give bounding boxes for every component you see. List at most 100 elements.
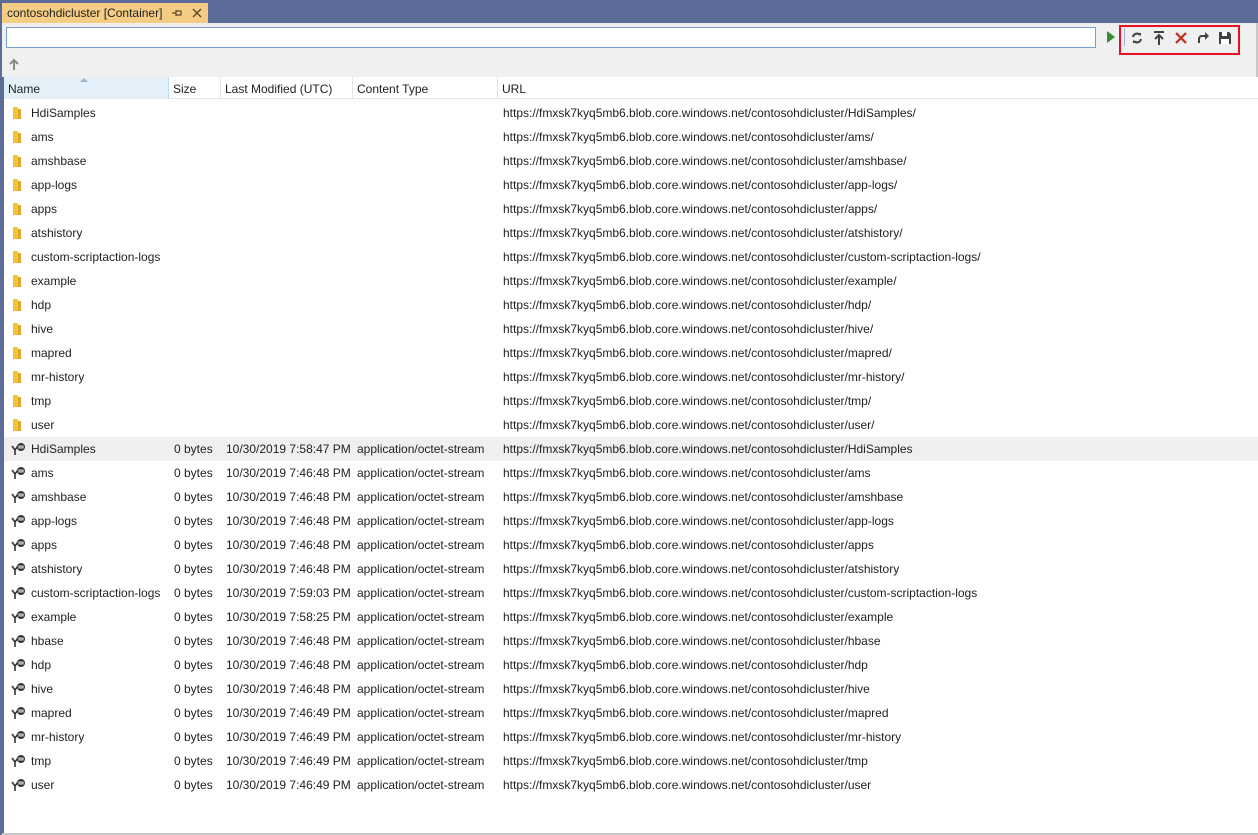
size-cell: 0 bytes [174, 658, 213, 672]
blob-row[interactable]: mapred 0 bytes 10/30/2019 7:46:49 PM applic… [4, 701, 1258, 725]
blob-row[interactable]: user 0 bytes 10/30/2019 7:46:49 PM applicat… [4, 773, 1258, 797]
url-cell: https://fmxsk7kyq5mb6.blob.core.windows.… [503, 418, 875, 432]
content-type-cell: application/octet-stream [357, 730, 485, 744]
folder-row[interactable]: HdiSamples https://fmxsk7kyq5mb6.blob.cor… [4, 101, 1258, 125]
name-cell: user [31, 778, 55, 792]
name-cell: custom-scriptaction-logs [31, 586, 161, 600]
size-cell: 0 bytes [174, 442, 213, 456]
name-cell: hive [31, 322, 54, 336]
blob-row[interactable]: example 0 bytes 10/30/2019 7:58:25 PM appli… [4, 605, 1258, 629]
last-modified-cell: 10/30/2019 7:46:48 PM [226, 634, 351, 648]
blob-row[interactable]: atshistory 0 bytes 10/30/2019 7:46:48 PM ap… [4, 557, 1258, 581]
column-header-label: Last Modified (UTC) [225, 82, 333, 96]
folder-icon [10, 322, 24, 336]
url-cell: https://fmxsk7kyq5mb6.blob.core.windows.… [503, 226, 903, 240]
folder-icon [10, 130, 24, 144]
folder-row[interactable]: hdp https://fmxsk7kyq5mb6.blob.core.windo… [4, 293, 1258, 317]
folder-row[interactable]: hive https://fmxsk7kyq5mb6.blob.core.wind… [4, 317, 1258, 341]
content-type-cell: application/octet-stream [357, 778, 485, 792]
blob-row[interactable]: amshbase 0 bytes 10/30/2019 7:46:48 PM appl… [4, 485, 1258, 509]
up-arrow-icon[interactable] [8, 57, 20, 71]
size-cell: 0 bytes [174, 610, 213, 624]
url-cell: https://fmxsk7kyq5mb6.blob.core.windows.… [503, 778, 872, 792]
blob-icon [10, 586, 25, 600]
folder-row[interactable]: app-logs https://fmxsk7kyq5mb6.blob.core.… [4, 173, 1258, 197]
folder-icon [10, 154, 24, 168]
delete-icon[interactable] [1174, 31, 1188, 45]
play-icon[interactable] [1104, 30, 1118, 44]
blob-icon [10, 730, 25, 744]
redo-icon[interactable] [1196, 31, 1210, 45]
size-cell: 0 bytes [174, 514, 213, 528]
content-type-cell: application/octet-stream [357, 466, 485, 480]
blob-icon [10, 658, 25, 672]
name-cell: ams [31, 130, 54, 144]
name-cell: example [31, 274, 77, 288]
path-input[interactable] [6, 27, 1096, 48]
blob-row[interactable]: ams 0 bytes 10/30/2019 7:46:48 PM applicati… [4, 461, 1258, 485]
url-cell: https://fmxsk7kyq5mb6.blob.core.windows.… [503, 202, 878, 216]
last-modified-cell: 10/30/2019 7:46:49 PM [226, 754, 351, 768]
url-cell: https://fmxsk7kyq5mb6.blob.core.windows.… [503, 130, 874, 144]
folder-row[interactable]: amshbase https://fmxsk7kyq5mb6.blob.core.… [4, 149, 1258, 173]
blob-row[interactable]: mr-history 0 bytes 10/30/2019 7:46:49 PM ap… [4, 725, 1258, 749]
column-header-url[interactable]: URL [498, 77, 1258, 99]
folder-icon [10, 274, 24, 288]
name-cell: tmp [31, 394, 52, 408]
content-type-cell: application/octet-stream [357, 754, 485, 768]
content-type-cell: application/octet-stream [357, 610, 485, 624]
blob-row[interactable]: HdiSamples 0 bytes 10/30/2019 7:58:47 PM ap… [4, 437, 1258, 461]
pin-icon[interactable] [171, 7, 183, 19]
url-cell: https://fmxsk7kyq5mb6.blob.core.windows.… [503, 490, 904, 504]
name-cell: hbase [31, 634, 64, 648]
blob-icon [10, 490, 25, 504]
upload-icon[interactable] [1152, 31, 1166, 45]
folder-row[interactable]: mapred https://fmxsk7kyq5mb6.blob.core.wi… [4, 341, 1258, 365]
name-cell: atshistory [31, 226, 83, 240]
save-icon[interactable] [1218, 31, 1232, 45]
url-cell: https://fmxsk7kyq5mb6.blob.core.windows.… [503, 322, 874, 336]
blob-row[interactable]: hive 0 bytes 10/30/2019 7:46:48 PM applicat… [4, 677, 1258, 701]
blob-row[interactable]: apps 0 bytes 10/30/2019 7:46:48 PM applicat… [4, 533, 1258, 557]
refresh-icon[interactable] [1130, 31, 1144, 45]
folder-row[interactable]: custom-scriptaction-logs https://fmxsk7ky… [4, 245, 1258, 269]
rows-container: HdiSamples https://fmxsk7kyq5mb6.blob.cor… [4, 101, 1258, 797]
folder-icon [10, 106, 24, 120]
blob-row[interactable]: hbase 0 bytes 10/30/2019 7:46:48 PM applica… [4, 629, 1258, 653]
name-cell: user [31, 418, 55, 432]
close-icon[interactable] [191, 7, 203, 19]
column-header-content-type[interactable]: Content Type [353, 77, 498, 99]
size-cell: 0 bytes [174, 754, 213, 768]
blob-row[interactable]: tmp 0 bytes 10/30/2019 7:46:49 PM applicati… [4, 749, 1258, 773]
last-modified-cell: 10/30/2019 7:46:49 PM [226, 730, 351, 744]
folder-icon [10, 178, 24, 192]
column-header-name[interactable]: Name [4, 77, 169, 99]
last-modified-cell: 10/30/2019 7:46:48 PM [226, 682, 351, 696]
folder-row[interactable]: mr-history https://fmxsk7kyq5mb6.blob.cor… [4, 365, 1258, 389]
size-cell: 0 bytes [174, 562, 213, 576]
size-cell: 0 bytes [174, 634, 213, 648]
blob-row[interactable]: app-logs 0 bytes 10/30/2019 7:46:48 PM appl… [4, 509, 1258, 533]
name-cell: HdiSamples [31, 106, 96, 120]
name-cell: atshistory [31, 562, 83, 576]
column-header-size[interactable]: Size [169, 77, 221, 99]
url-cell: https://fmxsk7kyq5mb6.blob.core.windows.… [503, 178, 898, 192]
folder-row[interactable]: tmp https://fmxsk7kyq5mb6.blob.core.windo… [4, 389, 1258, 413]
url-cell: https://fmxsk7kyq5mb6.blob.core.windows.… [503, 442, 913, 456]
folder-icon [10, 394, 24, 408]
blob-row[interactable]: hdp 0 bytes 10/30/2019 7:46:48 PM applicati… [4, 653, 1258, 677]
folder-row[interactable]: ams https://fmxsk7kyq5mb6.blob.core.windo… [4, 125, 1258, 149]
container-editor: Name Size Last Modified (UTC) Content Ty… [2, 23, 1258, 835]
folder-row[interactable]: apps https://fmxsk7kyq5mb6.blob.core.wind… [4, 197, 1258, 221]
column-header-last-modified[interactable]: Last Modified (UTC) [221, 77, 353, 99]
last-modified-cell: 10/30/2019 7:46:49 PM [226, 706, 351, 720]
blob-row[interactable]: custom-scriptaction-logs 0 bytes 10/30/201… [4, 581, 1258, 605]
content-type-cell: application/octet-stream [357, 538, 485, 552]
tab-container[interactable]: contosohdicluster [Container] [2, 3, 208, 23]
url-cell: https://fmxsk7kyq5mb6.blob.core.windows.… [503, 706, 889, 720]
folder-row[interactable]: user https://fmxsk7kyq5mb6.blob.core.wind… [4, 413, 1258, 437]
folder-row[interactable]: atshistory https://fmxsk7kyq5mb6.blob.cor… [4, 221, 1258, 245]
folder-row[interactable]: example https://fmxsk7kyq5mb6.blob.core.w… [4, 269, 1258, 293]
url-cell: https://fmxsk7kyq5mb6.blob.core.windows.… [503, 634, 881, 648]
last-modified-cell: 10/30/2019 7:46:48 PM [226, 490, 351, 504]
